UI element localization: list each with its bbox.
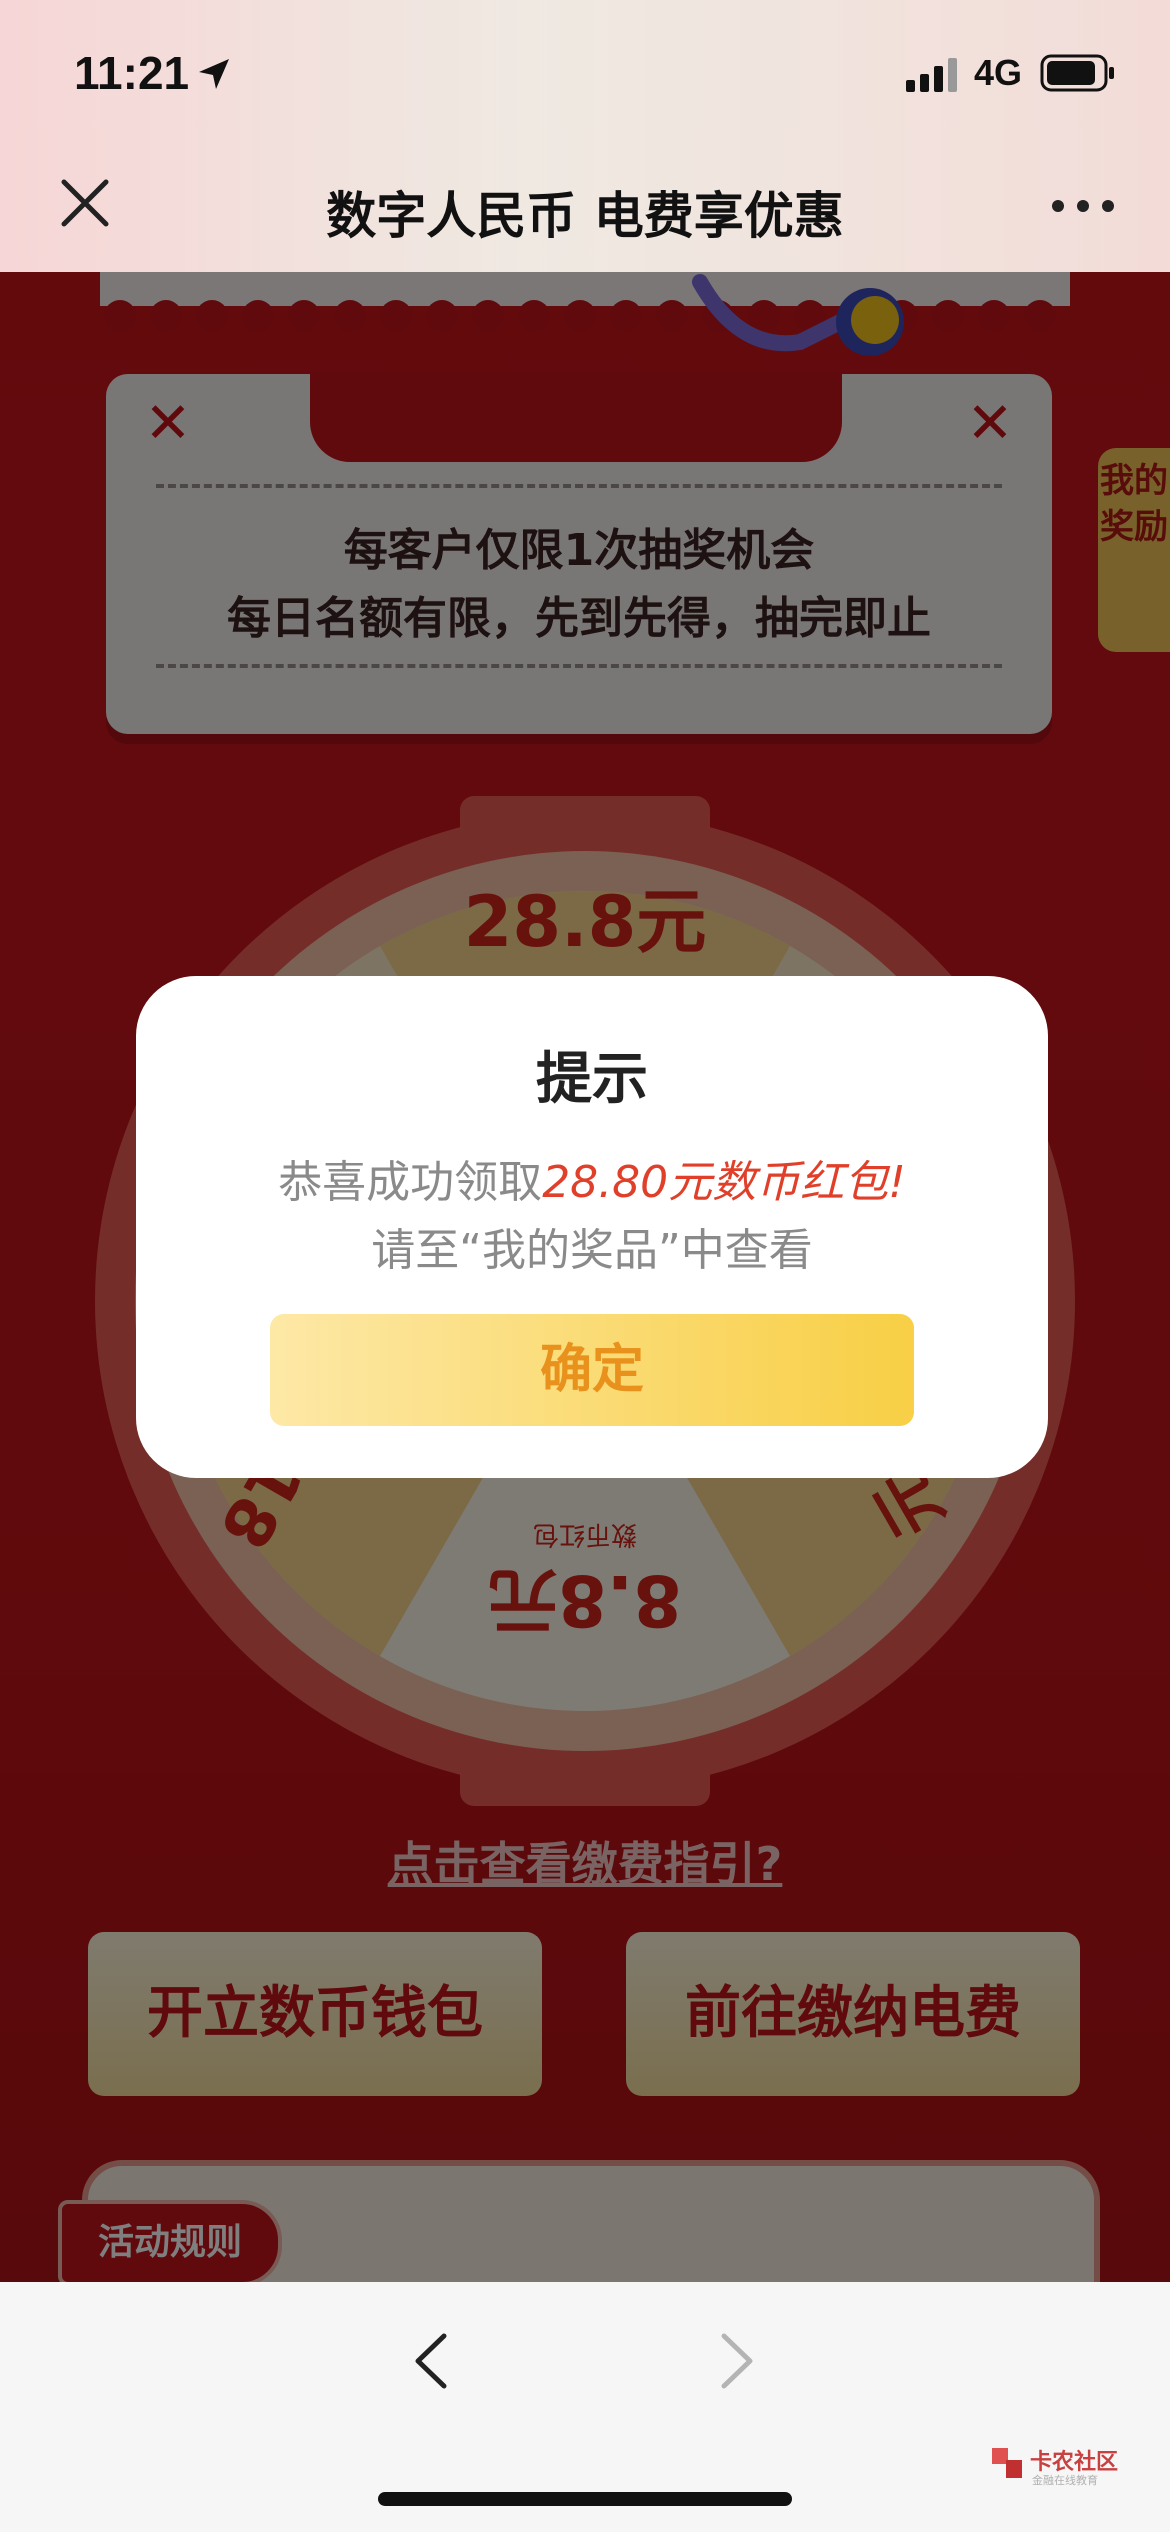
page-title: 数字人民币 电费享优惠 <box>326 187 844 245</box>
watermark-sub: 金融在线教育 <box>1032 2474 1098 2487</box>
home-indicator[interactable] <box>378 2492 792 2506</box>
battery-icon <box>1040 54 1114 92</box>
more-options-icon[interactable] <box>1048 186 1118 226</box>
watermark-logo-icon <box>992 2448 1022 2478</box>
browser-bottom-bar: 卡农社区 金融在线教育 <box>0 2282 1170 2532</box>
back-arrow-icon[interactable] <box>404 2326 460 2396</box>
dialog-message-prefix: 恭喜成功领取 <box>278 1157 543 1208</box>
location-arrow-icon <box>199 59 229 89</box>
watermark: 卡农社区 金融在线教育 <box>988 2442 1158 2492</box>
dialog-title: 提示 <box>536 1047 648 1112</box>
dialog-message: 恭喜成功领取28.80元数币红包! <box>136 1146 1048 1210</box>
dialog-prize-amount: 28.80元数币红包! <box>542 1157 906 1208</box>
top-navigation-bar: 11:21 4G 数字人民币 电费享优惠 <box>0 0 1170 272</box>
confirm-button[interactable]: 确定 <box>270 1314 914 1426</box>
prize-dialog: 提示 恭喜成功领取28.80元数币红包! 请至“我的奖品”中查看 确定 <box>136 976 1048 1478</box>
status-time: 11:21 <box>74 47 190 99</box>
forward-arrow-icon[interactable] <box>708 2326 764 2396</box>
dialog-sub-message: 请至“我的奖品”中查看 <box>371 1225 813 1276</box>
network-type: 4G <box>974 52 1023 93</box>
signal-strength-icon <box>906 58 957 92</box>
